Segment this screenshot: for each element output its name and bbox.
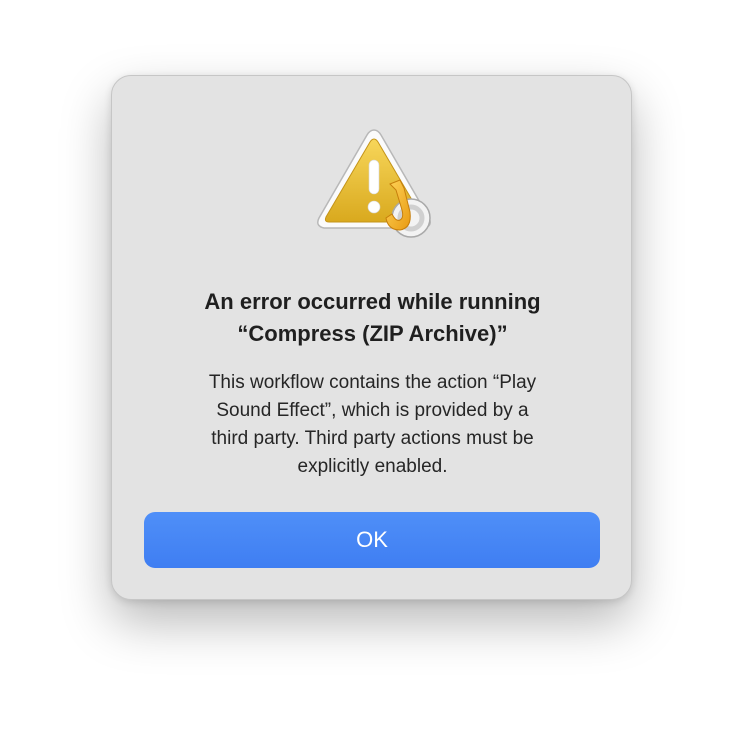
warning-icon bbox=[317, 129, 431, 238]
ok-button[interactable]: OK bbox=[144, 512, 600, 568]
dialog-message-line: This workflow contains the action “Play bbox=[208, 372, 537, 393]
dialog-message: This workflow contains the action “Play … bbox=[152, 369, 593, 481]
dialog-title: An error occurred while running “Compres… bbox=[132, 286, 613, 350]
dialog-message-line: Sound Effect”, which is provided by a bbox=[216, 400, 529, 421]
dialog-message-line: explicitly enabled. bbox=[297, 456, 448, 477]
dialog-title-line: “Compress (ZIP Archive)” bbox=[237, 321, 508, 346]
alert-dialog: An error occurred while running “Compres… bbox=[111, 75, 632, 600]
dialog-title-line: An error occurred while running bbox=[204, 289, 541, 314]
dialog-message-line: third party. Third party actions must be bbox=[211, 428, 534, 449]
